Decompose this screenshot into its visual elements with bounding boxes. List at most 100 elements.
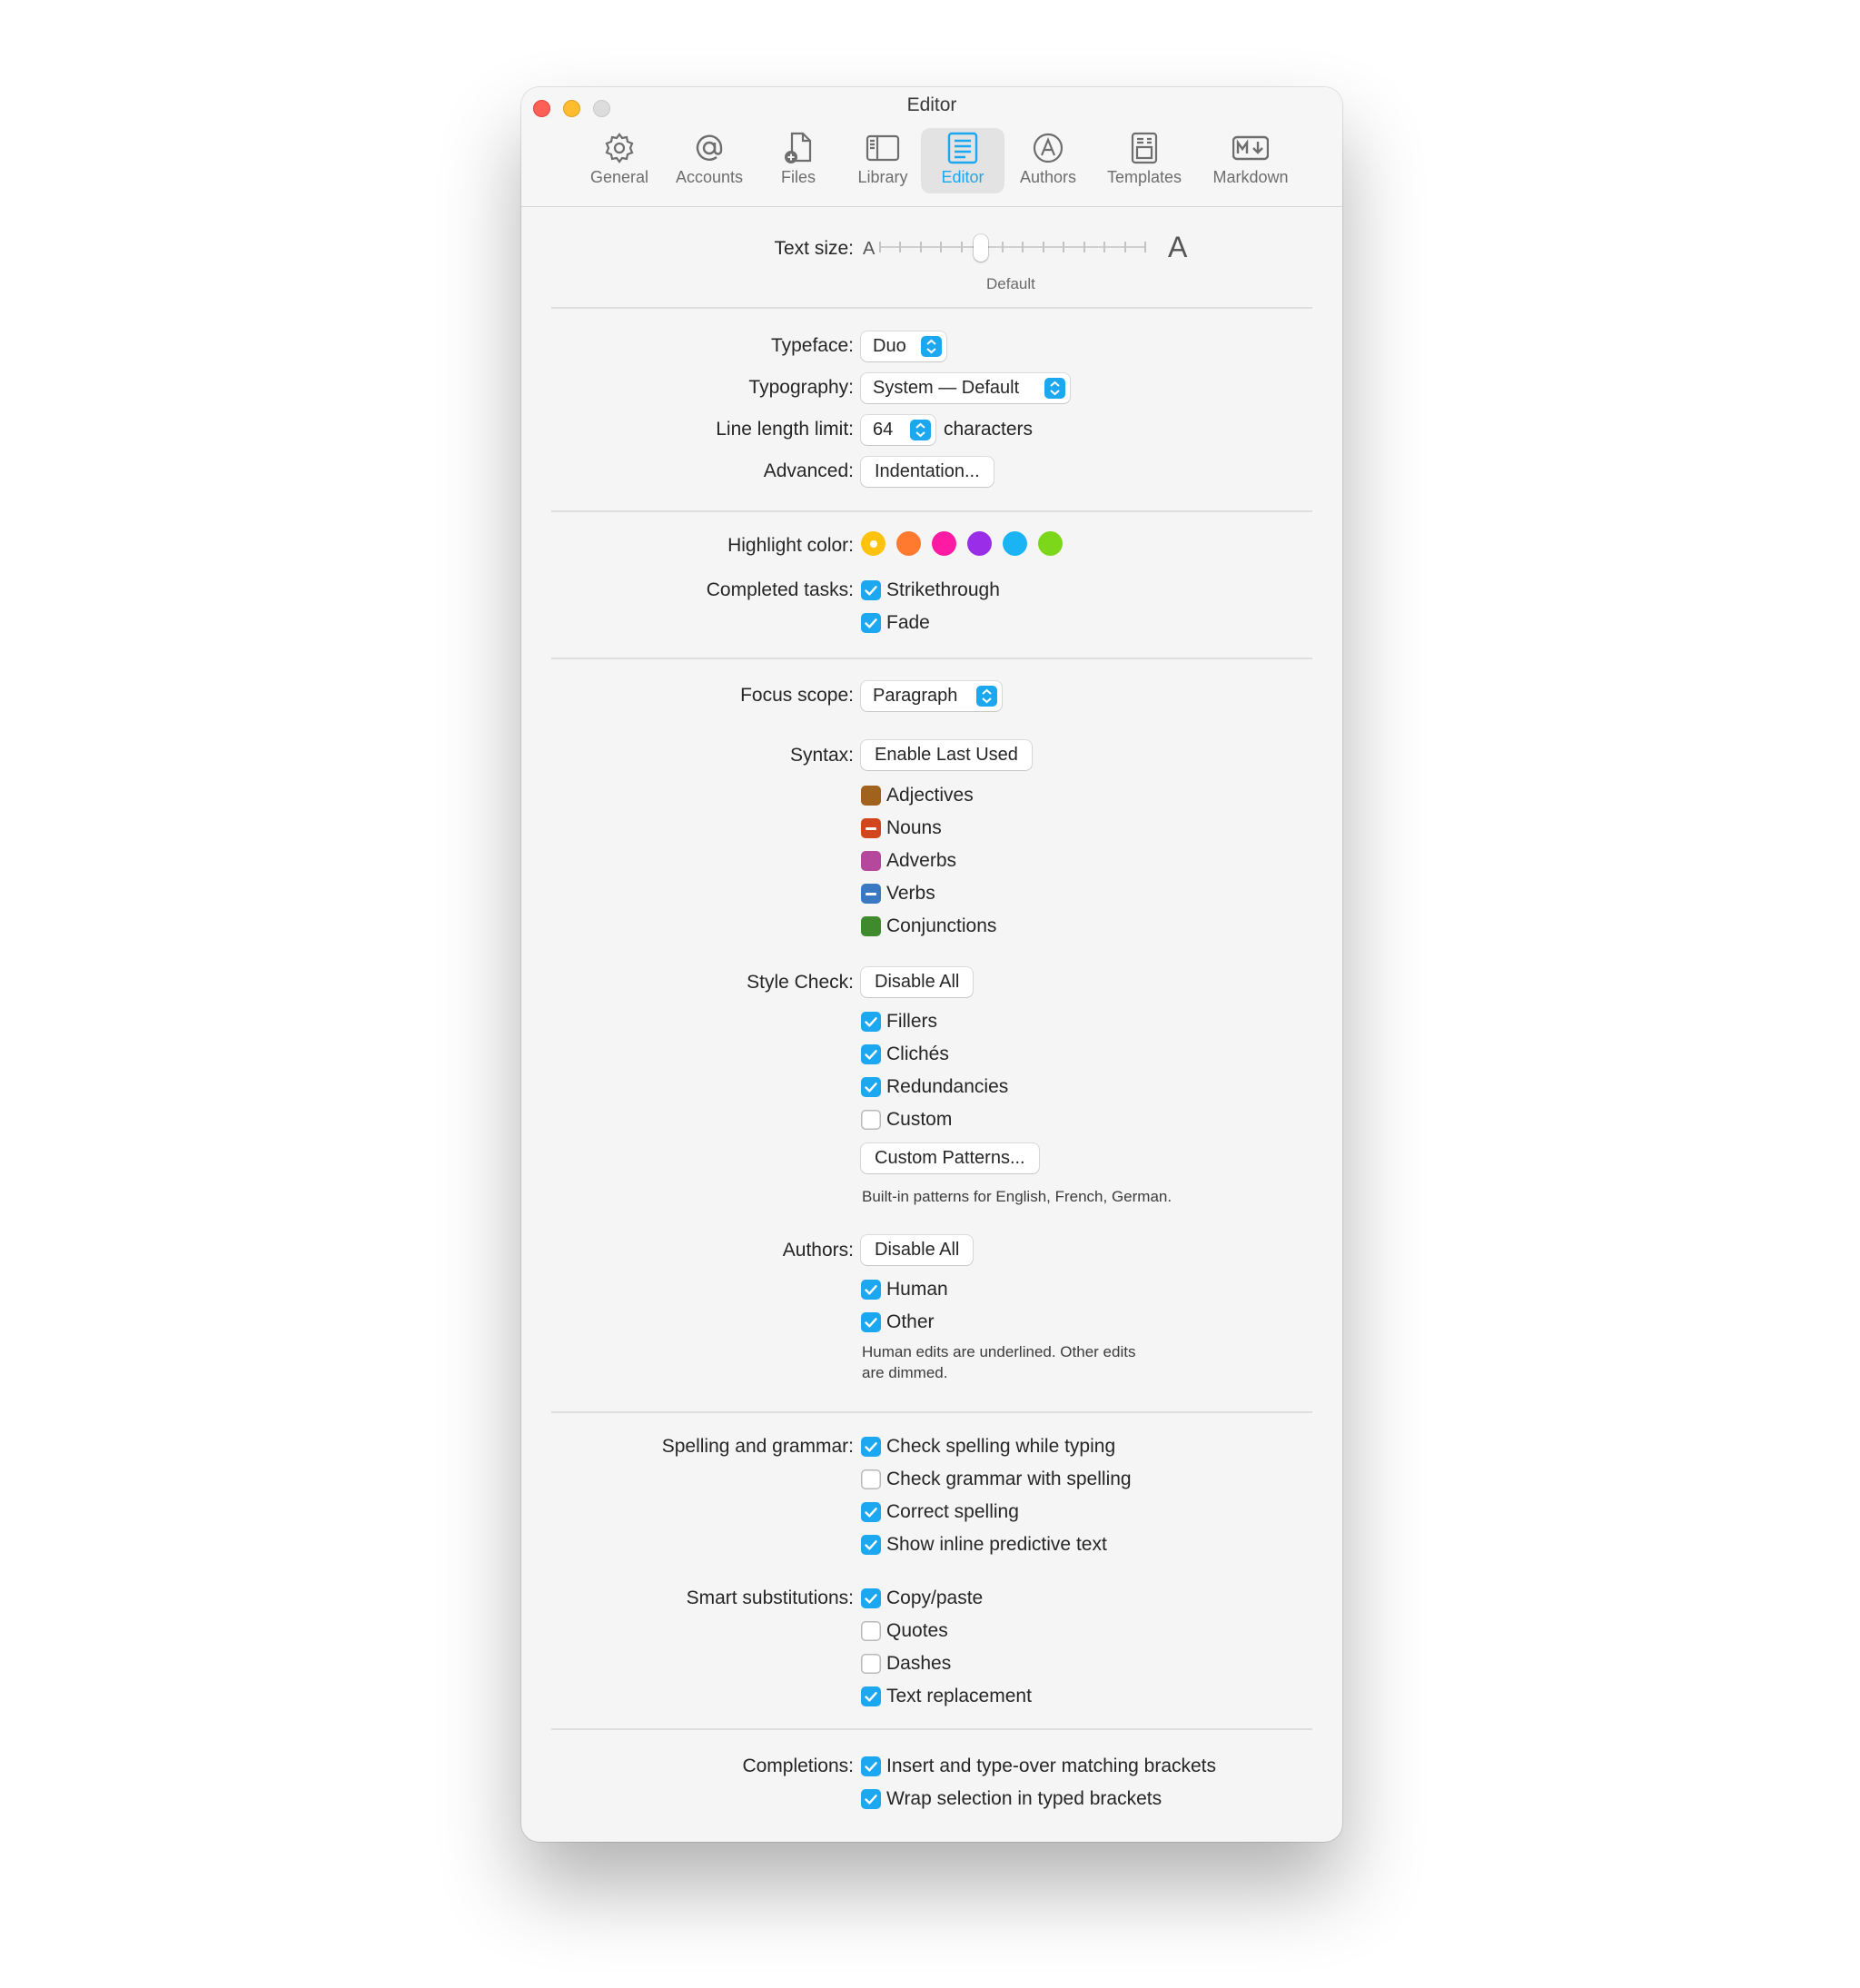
smart-substitution-checkbox-row[interactable]: Quotes <box>861 1619 1297 1643</box>
typeface-popup[interactable]: Duo <box>861 331 946 361</box>
spelling-checkbox-row[interactable]: Show inline predictive text <box>861 1533 1297 1557</box>
spelling-checkbox-row[interactable]: Correct spelling <box>861 1500 1297 1524</box>
smart-substitution-checkbox[interactable] <box>861 1654 881 1674</box>
syntax-color-checkbox[interactable] <box>861 786 881 806</box>
spelling-checkbox[interactable] <box>861 1437 881 1457</box>
spelling-checkbox[interactable] <box>861 1469 881 1489</box>
smart-substitution-checkbox-row[interactable]: Copy/paste <box>861 1587 1297 1610</box>
sidebar-icon <box>866 134 900 162</box>
authors-disable-all-button[interactable]: Disable All <box>861 1235 974 1265</box>
completions-checkbox-label: Insert and type-over matching brackets <box>886 1756 1217 1776</box>
spelling-checkbox-row[interactable]: Check spelling while typing <box>861 1435 1297 1459</box>
tab-templates[interactable]: Templates <box>1092 128 1197 193</box>
tab-authors[interactable]: Authors <box>1003 128 1093 193</box>
window-title: Editor <box>906 94 957 115</box>
style-check-checkbox-label: Custom <box>886 1109 953 1130</box>
focus-scope-popup[interactable]: Paragraph <box>861 681 1002 711</box>
syntax-color-checkbox[interactable] <box>861 818 881 838</box>
syntax-item-row[interactable]: Adjectives <box>861 784 1133 807</box>
line-length-label: Line length limit: <box>716 419 854 440</box>
style-check-checkbox[interactable] <box>861 1110 881 1130</box>
style-check-checkbox-label: Fillers <box>886 1011 937 1032</box>
authors-checkbox-row[interactable]: Other <box>861 1310 1297 1334</box>
style-check-note: Built-in patterns for English, French, G… <box>862 1188 1172 1205</box>
highlight-color-swatch[interactable] <box>861 531 885 556</box>
smart-substitution-checkbox-row[interactable]: Text replacement <box>861 1685 1297 1708</box>
smart-substitution-checkbox-row[interactable]: Dashes <box>861 1652 1297 1676</box>
text-size-default-caption: Default <box>986 275 1035 292</box>
text-size-large-glyph: A <box>1168 231 1188 263</box>
tab-general[interactable]: General <box>576 128 663 193</box>
enable-last-used-button[interactable]: Enable Last Used <box>861 740 1032 770</box>
highlight-color-swatch[interactable] <box>1003 531 1027 556</box>
tab-editor-label: Editor <box>941 168 984 186</box>
editor-document-icon <box>947 132 978 164</box>
tab-accounts[interactable]: Accounts <box>659 128 759 193</box>
highlight-color-swatch[interactable] <box>967 531 992 556</box>
completed-tasks-label: Completed tasks: <box>706 579 854 600</box>
indentation-button[interactable]: Indentation... <box>861 457 994 487</box>
line-length-stepper[interactable]: 64 <box>861 415 935 445</box>
syntax-item-label: Conjunctions <box>886 915 997 936</box>
chevron-updown-icon <box>1044 378 1065 399</box>
completed-tasks-checkbox-row[interactable]: Strikethrough <box>861 579 1297 602</box>
typography-popup[interactable]: System — Default <box>861 373 1070 403</box>
completions-label: Completions: <box>742 1756 854 1776</box>
completions-checkbox-row[interactable]: Wrap selection in typed brackets <box>861 1787 1297 1811</box>
authors-checkbox[interactable] <box>861 1280 881 1300</box>
tab-files[interactable]: Files <box>757 128 839 193</box>
completed-tasks-checkbox[interactable] <box>861 580 881 600</box>
highlight-color-swatch[interactable] <box>896 531 921 556</box>
smart-substitution-checkbox-label: Quotes <box>886 1620 948 1641</box>
slider-tick-mark <box>1144 242 1146 252</box>
custom-patterns-button[interactable]: Custom Patterns... <box>861 1143 1039 1173</box>
gear-icon <box>605 133 634 163</box>
style-check-checkbox[interactable] <box>861 1012 881 1032</box>
highlight-color-swatch[interactable] <box>932 531 956 556</box>
tab-markdown[interactable]: Markdown <box>1193 128 1308 193</box>
spelling-checkbox[interactable] <box>861 1535 881 1555</box>
tab-library[interactable]: Library <box>837 128 928 193</box>
syntax-color-checkbox[interactable] <box>861 884 881 904</box>
completed-tasks-checkbox[interactable] <box>861 613 881 633</box>
style-check-checkbox-row[interactable]: Fillers <box>861 1010 1297 1034</box>
smart-substitution-checkbox[interactable] <box>861 1588 881 1608</box>
editor-preferences-window: Editor General Accounts Files Library Ed… <box>521 87 1342 1842</box>
style-check-checkbox[interactable] <box>861 1044 881 1064</box>
completions-checkbox[interactable] <box>861 1756 881 1776</box>
template-icon <box>1131 132 1158 164</box>
typography-value: System — Default <box>873 378 1020 398</box>
smart-substitution-checkbox[interactable] <box>861 1686 881 1706</box>
tab-editor[interactable]: Editor <box>921 128 1004 193</box>
slider-tick-mark <box>1042 242 1044 252</box>
separator <box>551 658 1312 659</box>
spelling-checkbox-row[interactable]: Check grammar with spelling <box>861 1468 1297 1491</box>
spelling-checkbox[interactable] <box>861 1502 881 1522</box>
style-check-checkbox-row[interactable]: Custom <box>861 1108 1297 1132</box>
tab-templates-label: Templates <box>1106 168 1182 186</box>
completions-checkbox-row[interactable]: Insert and type-over matching brackets <box>861 1755 1297 1778</box>
syntax-item-row[interactable]: Verbs <box>861 882 1133 905</box>
spelling-checkbox-label: Show inline predictive text <box>886 1534 1107 1555</box>
syntax-color-checkbox[interactable] <box>861 851 881 871</box>
syntax-color-checkbox[interactable] <box>861 916 881 936</box>
slider-tick-mark <box>940 242 943 252</box>
syntax-item-row[interactable]: Nouns <box>861 816 1133 840</box>
syntax-item-row[interactable]: Conjunctions <box>861 915 1133 938</box>
style-check-checkbox-row[interactable]: Redundancies <box>861 1075 1297 1099</box>
completed-tasks-checkbox-row[interactable]: Fade <box>861 611 1297 635</box>
smart-substitution-checkbox[interactable] <box>861 1621 881 1641</box>
spelling-checkbox-label: Correct spelling <box>886 1501 1019 1522</box>
style-check-checkbox[interactable] <box>861 1077 881 1097</box>
text-size-slider-knob[interactable] <box>974 234 989 262</box>
completions-checkbox-label: Wrap selection in typed brackets <box>886 1788 1162 1809</box>
style-check-checkbox-row[interactable]: Clichés <box>861 1043 1297 1066</box>
style-check-disable-all-button[interactable]: Disable All <box>861 967 974 997</box>
highlight-color-swatch[interactable] <box>1038 531 1063 556</box>
text-size-small-glyph: A <box>863 239 876 259</box>
authors-checkbox-row[interactable]: Human <box>861 1278 1297 1301</box>
authors-checkbox[interactable] <box>861 1312 881 1332</box>
syntax-item-label: Verbs <box>886 883 935 904</box>
syntax-item-row[interactable]: Adverbs <box>861 849 1133 873</box>
completions-checkbox[interactable] <box>861 1789 881 1809</box>
